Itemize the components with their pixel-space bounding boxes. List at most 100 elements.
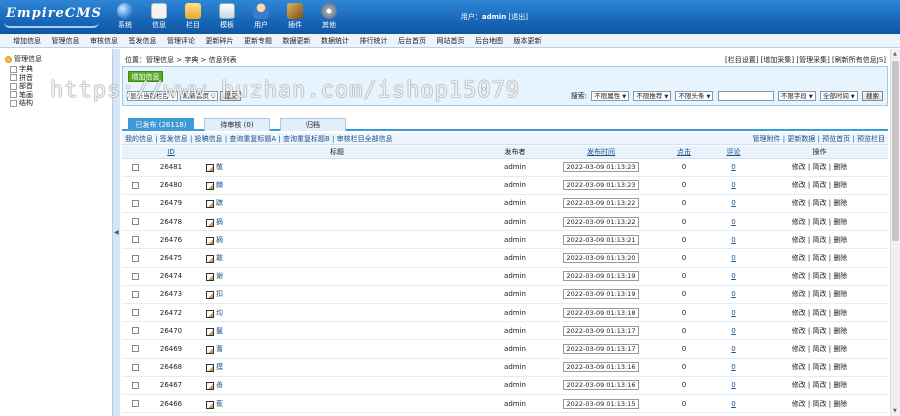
row-title-link[interactable]: 蓍 (216, 345, 223, 353)
edit-document-icon[interactable] (206, 400, 214, 409)
tree-item[interactable]: 部首 (10, 81, 33, 90)
submenu-item[interactable]: 更新专题 (244, 36, 272, 46)
row-checkbox[interactable] (131, 199, 139, 207)
row-title-link[interactable]: 敢 (216, 254, 223, 262)
row-comments-link[interactable]: 0 (731, 363, 735, 371)
submenu-item[interactable]: 版本更新 (514, 36, 542, 46)
row-checkbox[interactable] (131, 272, 139, 280)
nav-plugin[interactable]: 插件 (278, 1, 312, 33)
row-checkbox[interactable] (131, 218, 139, 226)
quick-edit-link[interactable]: 简改 (813, 290, 827, 298)
edit-document-icon[interactable] (206, 164, 214, 173)
quick-edit-link[interactable]: 简改 (813, 199, 827, 207)
tree-item[interactable]: 字典 (10, 64, 33, 73)
nav-system[interactable]: 系统 (108, 1, 142, 33)
delete-link[interactable]: 删除 (833, 345, 847, 353)
tree-item[interactable]: 结构 (10, 98, 33, 107)
edit-link[interactable]: 修改 (792, 218, 806, 226)
quick-edit-link[interactable]: 简改 (813, 254, 827, 262)
nav-info[interactable]: 信息 (142, 1, 176, 33)
edit-link[interactable]: 修改 (792, 309, 806, 317)
edit-document-icon[interactable] (206, 291, 214, 300)
edit-link[interactable]: 修改 (792, 199, 806, 207)
edit-document-icon[interactable] (206, 382, 214, 391)
row-checkbox[interactable] (131, 309, 139, 317)
tab-published[interactable]: 已发布 (26118) (128, 118, 194, 131)
edit-link[interactable]: 修改 (792, 381, 806, 389)
edit-link[interactable]: 修改 (792, 181, 806, 189)
comments-column-header[interactable]: 评论 (716, 146, 751, 159)
edit-link[interactable]: 修改 (792, 254, 806, 262)
edit-link[interactable]: 修改 (792, 363, 806, 371)
delete-link[interactable]: 删除 (833, 309, 847, 317)
edit-link[interactable]: 修改 (792, 236, 806, 244)
row-comments-link[interactable]: 0 (731, 181, 735, 189)
row-title-link[interactable]: 摘 (216, 218, 223, 226)
scroll-up-icon[interactable]: ▲ (893, 51, 897, 57)
sidebar-splitter[interactable]: ◀ (112, 49, 120, 416)
delete-link[interactable]: 删除 (833, 381, 847, 389)
row-comments-link[interactable]: 0 (731, 254, 735, 262)
nav-template[interactable]: 模板 (210, 1, 244, 33)
row-title-link[interactable]: 摘 (216, 236, 223, 244)
edit-link[interactable]: 修改 (792, 272, 806, 280)
edit-document-icon[interactable] (206, 218, 214, 227)
column-links[interactable]: [栏目设置] [增加采集] [管理采集] [刷新所有信息JS] (725, 55, 886, 65)
submenu-item[interactable]: 后台地图 (475, 36, 503, 46)
quick-edit-link[interactable]: 简改 (813, 218, 827, 226)
row-title-link[interactable]: 敬 (216, 163, 223, 171)
edit-document-icon[interactable] (206, 255, 214, 264)
delete-link[interactable]: 删除 (833, 327, 847, 335)
row-title-link[interactable]: 棘 (216, 181, 223, 189)
nav-other[interactable]: 其他 (312, 1, 346, 33)
row-title-link[interactable]: 善 (216, 381, 223, 389)
submenu-item[interactable]: 管理信息 (52, 36, 80, 46)
edit-document-icon[interactable] (206, 182, 214, 191)
row-title-link[interactable]: 均 (216, 309, 223, 317)
delete-link[interactable]: 删除 (833, 272, 847, 280)
submenu-item[interactable]: 审核信息 (90, 36, 118, 46)
edit-document-icon[interactable] (206, 200, 214, 209)
quick-edit-link[interactable]: 简改 (813, 236, 827, 244)
collapse-arrow-icon[interactable]: ◀ (114, 229, 119, 236)
time-select[interactable]: 全部时间 ▼ (819, 91, 858, 101)
quick-edit-link[interactable]: 简改 (813, 272, 827, 280)
delete-link[interactable]: 删除 (833, 254, 847, 262)
submenu-item[interactable]: 网站首页 (437, 36, 465, 46)
quick-edit-link[interactable]: 简改 (813, 181, 827, 189)
row-checkbox[interactable] (131, 400, 139, 408)
quick-edit-link[interactable]: 简改 (813, 381, 827, 389)
row-comments-link[interactable]: 0 (731, 400, 735, 408)
submenu-item[interactable]: 签发信息 (129, 36, 157, 46)
row-comments-link[interactable]: 0 (731, 345, 735, 353)
row-comments-link[interactable]: 0 (731, 290, 735, 298)
tab-archive[interactable]: 归档 (280, 118, 346, 131)
quick-edit-link[interactable]: 简改 (813, 309, 827, 317)
delete-link[interactable]: 删除 (833, 218, 847, 226)
row-checkbox[interactable] (131, 345, 139, 353)
logout-link[interactable]: [退出] (509, 13, 528, 21)
row-title-link[interactable]: 蹠 (216, 199, 223, 207)
edit-document-icon[interactable] (206, 345, 214, 354)
page-scrollbar[interactable]: ▲ ▼ (890, 49, 900, 416)
quick-edit-link[interactable]: 简改 (813, 163, 827, 171)
edit-link[interactable]: 修改 (792, 345, 806, 353)
clicks-column-header[interactable]: 点击 (652, 146, 716, 159)
recommend-select[interactable]: 不限推荐 ▼ (633, 91, 672, 101)
edit-link[interactable]: 修改 (792, 163, 806, 171)
submenu-item[interactable]: 后台首页 (398, 36, 426, 46)
search-button[interactable]: 搜索 (862, 91, 883, 101)
edit-link[interactable]: 修改 (792, 290, 806, 298)
delete-link[interactable]: 删除 (833, 163, 847, 171)
row-checkbox[interactable] (131, 181, 139, 189)
row-checkbox[interactable] (131, 236, 139, 244)
nav-column[interactable]: 栏目 (176, 1, 210, 33)
edit-document-icon[interactable] (206, 273, 214, 282)
attribute-select[interactable]: 不限属性 ▼ (591, 91, 630, 101)
row-comments-link[interactable]: 0 (731, 218, 735, 226)
row-checkbox[interactable] (131, 381, 139, 389)
row-comments-link[interactable]: 0 (731, 236, 735, 244)
row-comments-link[interactable]: 0 (731, 163, 735, 171)
row-checkbox[interactable] (131, 327, 139, 335)
delete-link[interactable]: 删除 (833, 400, 847, 408)
